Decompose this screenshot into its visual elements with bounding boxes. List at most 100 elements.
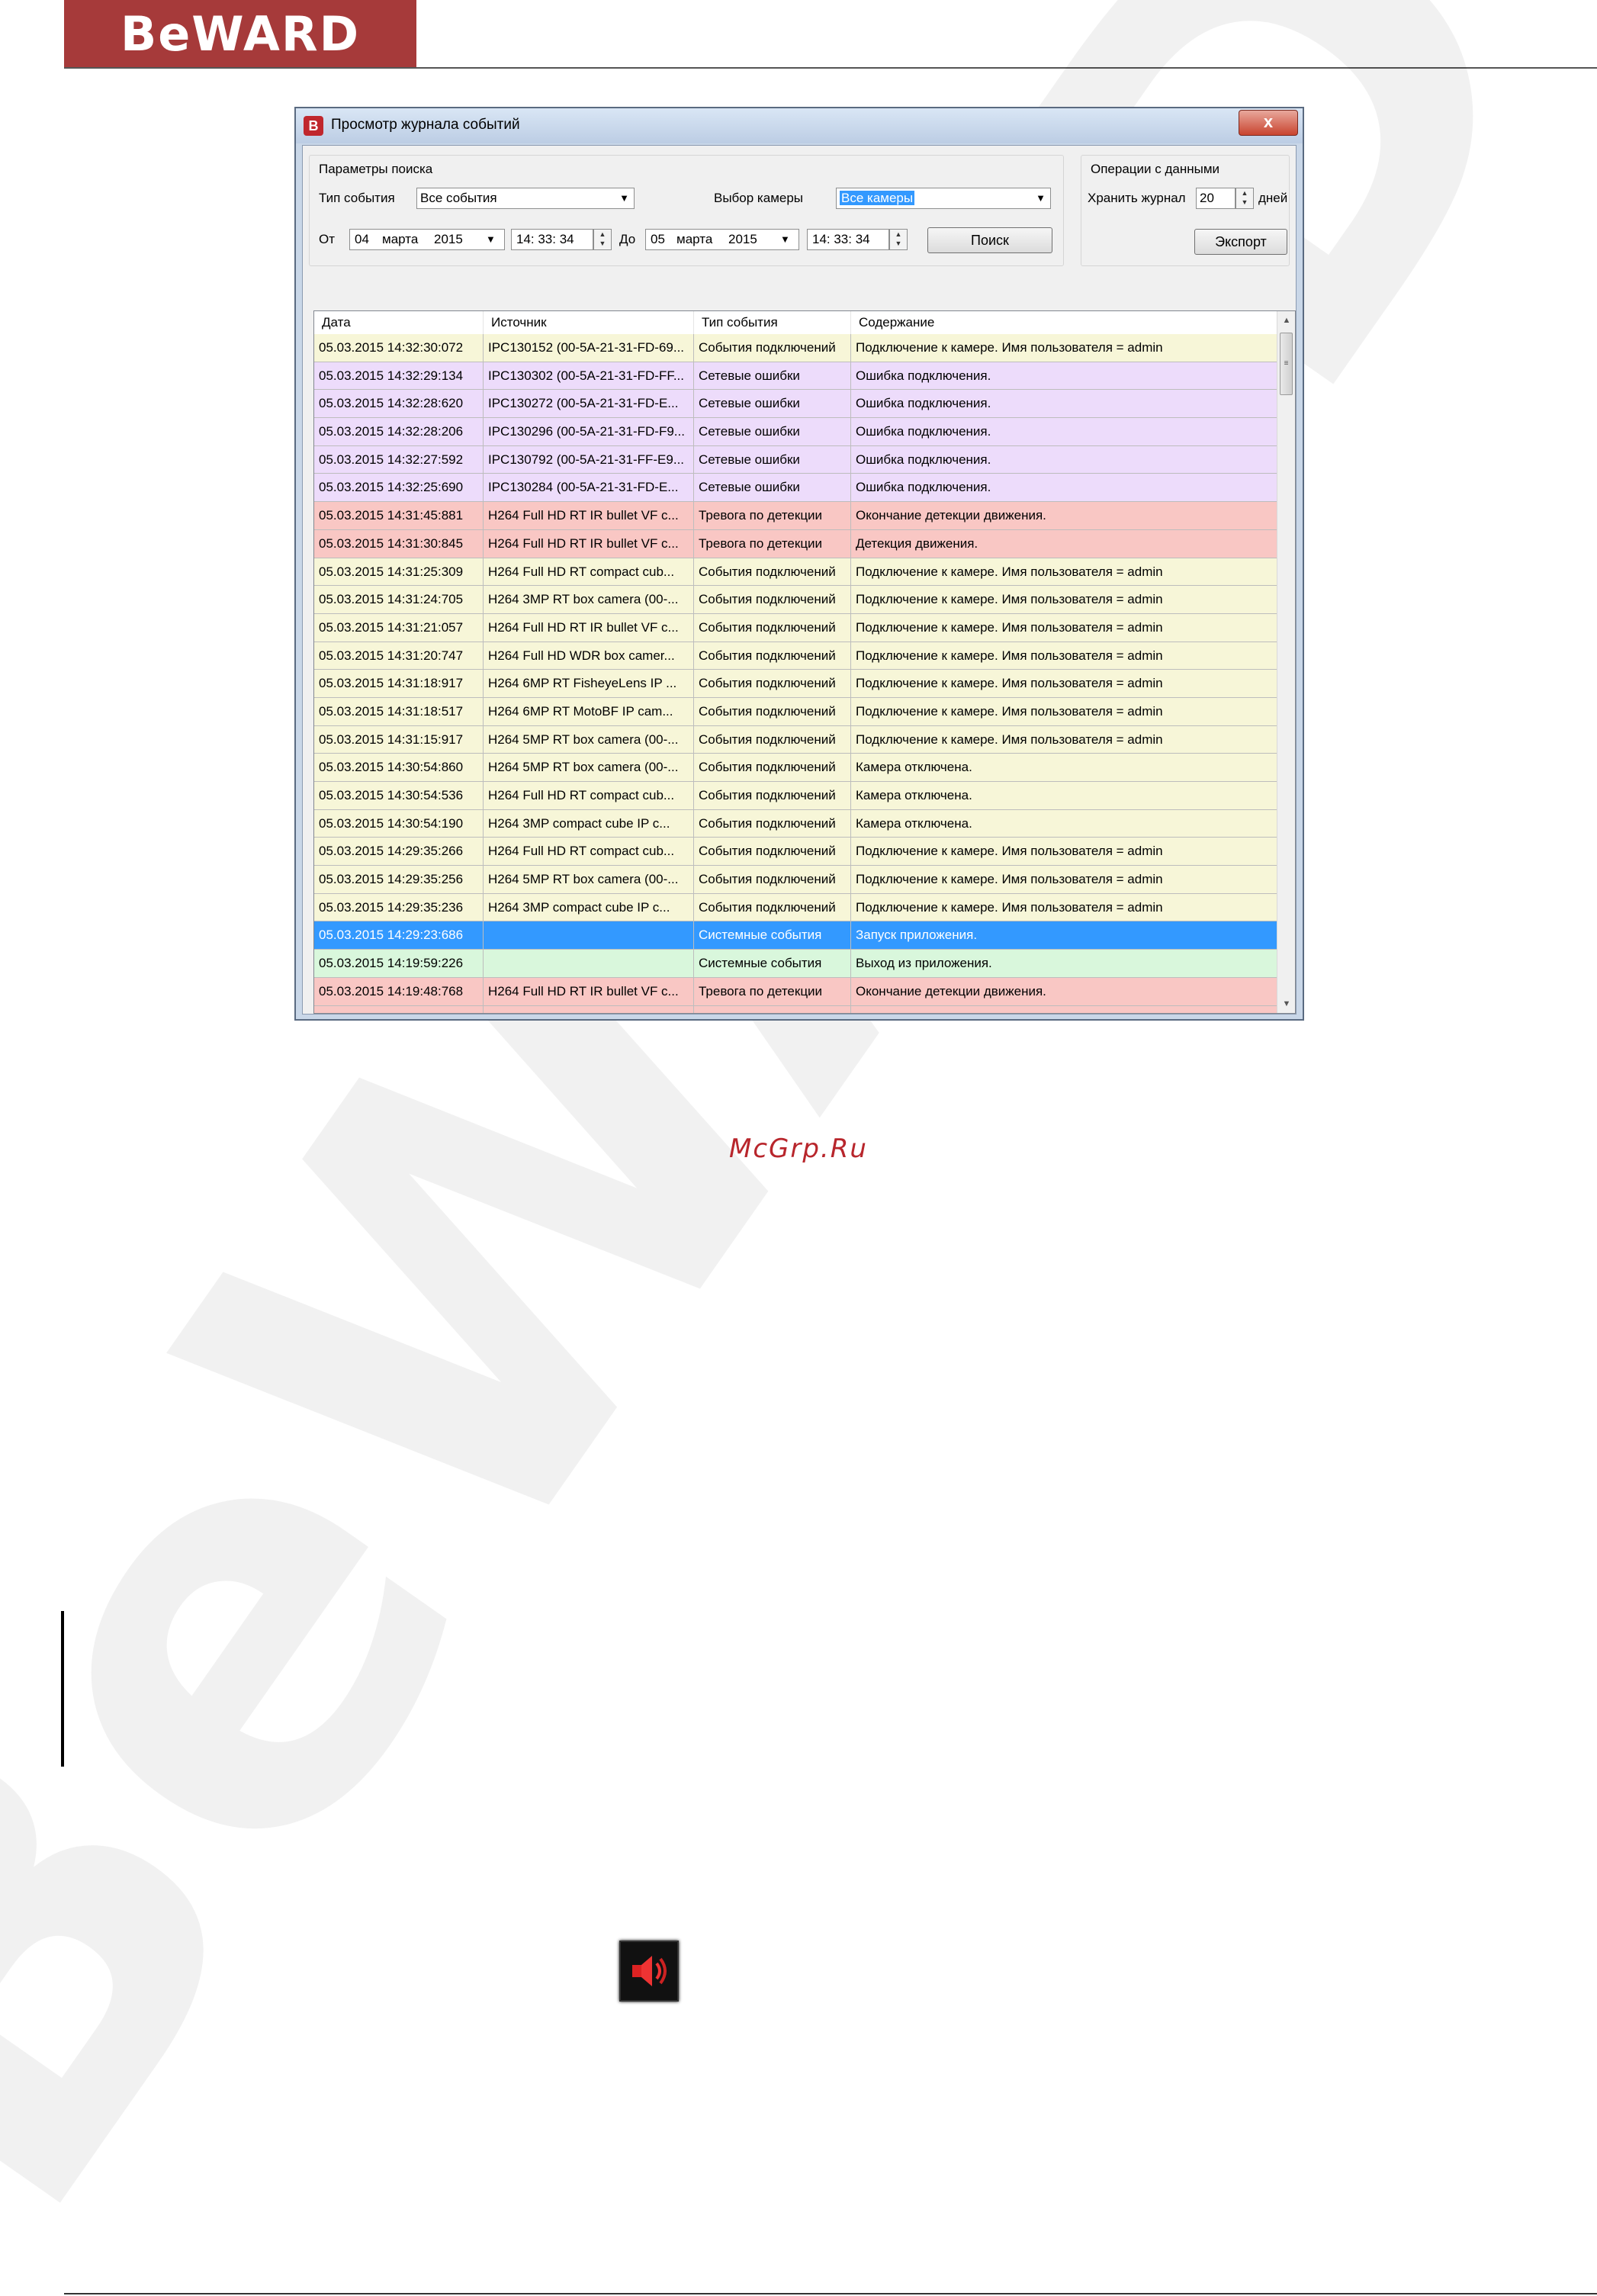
vertical-scrollbar[interactable]: ▲ ≡ ▼ — [1277, 311, 1295, 1013]
cell-event-type: Тревога по детекции — [694, 977, 851, 1005]
close-button[interactable]: x — [1239, 110, 1298, 136]
column-header-date[interactable]: Дата — [314, 311, 484, 334]
cell-date: 05.03.2015 14:31:18:917 — [314, 670, 484, 697]
cell-source: H264 Full HD RT compact cub... — [484, 558, 694, 586]
cell-content: Камера отключена. — [856, 815, 972, 831]
table-row[interactable]: 05.03.2015 14:31:18:917 H264 6MP RT Fishe… — [314, 670, 1277, 698]
scroll-thumb[interactable]: ≡ — [1280, 333, 1293, 395]
to-month: марта — [676, 232, 713, 246]
column-header-content[interactable]: Содержание — [851, 311, 1277, 334]
cell-content: Ошибка подключения. — [856, 396, 991, 411]
table-row[interactable]: 05.03.2015 14:31:45:881 H264 Full HD RT I… — [314, 502, 1277, 530]
cell-source: H264 6MP RT MotoBF IP cam... — [484, 697, 694, 725]
column-header-source[interactable]: Источник — [484, 311, 694, 334]
table-row[interactable]: 05.03.2015 14:32:28:620 IPC130272 (00-5A-… — [314, 390, 1277, 419]
table-row[interactable]: 05.03.2015 14:31:18:517 H264 6MP RT MotoB… — [314, 697, 1277, 726]
speaker-glyph — [632, 1956, 667, 1986]
event-type-label: Тип события — [319, 191, 395, 205]
from-time-field[interactable]: 14: 33: 34 — [511, 229, 593, 250]
from-label: От — [319, 232, 336, 246]
table-row[interactable]: 05.03.2015 14:29:35:266 H264 Full HD RT c… — [314, 838, 1277, 867]
camera-select[interactable]: Все камеры ▼ — [836, 188, 1051, 209]
table-row[interactable]: 05.03.2015 14:32:29:134 IPC130302 (00-5A-… — [314, 362, 1277, 391]
table-row[interactable]: 05.03.2015 14:31:15:917 H264 5MP RT box c… — [314, 725, 1277, 754]
table-row[interactable]: 05.03.2015 14:19:33:791H264 Full HD RT I… — [314, 1005, 1277, 1013]
cell-content: Подключение к камере. Имя пользователя =… — [856, 899, 1163, 915]
cell-source: H264 6MP RT FisheyeLens IP ... — [484, 670, 694, 697]
table-row[interactable]: 05.03.2015 14:31:25:309 H264 Full HD RT c… — [314, 558, 1277, 587]
cell-source: H264 Full HD RT compact cub... — [484, 782, 694, 809]
table-row[interactable]: 05.03.2015 14:31:30:845 H264 Full HD RT I… — [314, 529, 1277, 558]
table-row[interactable]: 05.03.2015 14:31:24:705 H264 3MP RT box c… — [314, 586, 1277, 614]
cell-event-type: События подключений — [694, 613, 851, 642]
cell-content: Камера отключена. — [856, 788, 972, 802]
to-date-picker[interactable]: 05 марта 2015 ▼ — [645, 229, 799, 250]
cell-content: Ошибка подключения. — [856, 368, 991, 383]
from-time-spinner[interactable]: ▲ ▼ — [593, 229, 612, 250]
from-date-picker[interactable]: 04 марта 2015 ▼ — [349, 229, 505, 250]
to-time-field[interactable]: 14: 33: 34 — [807, 229, 889, 250]
cell-event-type: События подключений — [694, 642, 851, 670]
cell-date: 05.03.2015 14:31:30:845 — [314, 529, 484, 558]
cell-content: Подключение к камере. Имя пользователя =… — [856, 340, 1163, 355]
to-time-spinner[interactable]: ▲ ▼ — [889, 229, 908, 250]
table-row[interactable]: 05.03.2015 14:32:25:690 IPC130284 (00-5A-… — [314, 474, 1277, 503]
table-row[interactable]: 05.03.2015 14:32:30:072 IPC130152 (00-5A-… — [314, 334, 1277, 362]
cell-source: H264 5MP RT box camera (00-... — [484, 754, 694, 781]
search-button[interactable]: Поиск — [927, 227, 1052, 253]
event-type-select[interactable]: Все события ▼ — [416, 188, 635, 209]
table-row[interactable]: 05.03.2015 14:29:23:686 Системные события… — [314, 921, 1277, 950]
keep-days-field[interactable]: 20 — [1196, 188, 1236, 209]
cell-date: 05.03.2015 14:31:20:747 — [314, 642, 484, 670]
cell-content: Подключение к камере. Имя пользователя =… — [856, 564, 1163, 579]
cell-content: Ошибка подключения. — [856, 452, 991, 467]
keep-days-spinner[interactable]: ▲ ▼ — [1236, 188, 1254, 209]
table-row[interactable]: 05.03.2015 14:19:59:226 Системные события… — [314, 950, 1277, 978]
cell-date: 05.03.2015 14:29:35:256 — [314, 866, 484, 893]
table-row[interactable]: 05.03.2015 14:29:35:236 H264 3MP compact … — [314, 893, 1277, 922]
cell-date: 05.03.2015 14:32:25:690 — [314, 474, 484, 502]
from-year: 2015 — [434, 232, 463, 246]
cell-date: 05.03.2015 14:19:48:768 — [314, 977, 484, 1005]
cell-event-type: События подключений — [694, 697, 851, 725]
table-row[interactable]: 05.03.2015 14:32:28:206 IPC130296 (00-5A-… — [314, 418, 1277, 446]
cell-date: 05.03.2015 14:31:25:309 — [314, 558, 484, 586]
table-row[interactable]: 05.03.2015 14:30:54:190 H264 3MP compact … — [314, 809, 1277, 838]
title-bar[interactable]: B Просмотр журнала событий x — [296, 108, 1303, 143]
cell-content: Выход из приложения. — [856, 956, 992, 971]
scroll-up-icon[interactable]: ▲ — [1277, 311, 1295, 330]
column-header-event-type[interactable]: Тип события — [694, 311, 851, 334]
to-year: 2015 — [728, 232, 757, 246]
site-caption: McGrp.Ru — [729, 1134, 868, 1164]
cell-event-type: Сетевые ошибки — [694, 474, 851, 502]
cell-content: Окончание детекции движения. — [856, 983, 1046, 998]
export-button[interactable]: Экспорт — [1194, 229, 1287, 255]
table-row[interactable]: 05.03.2015 14:31:21:057 H264 Full HD RT I… — [314, 613, 1277, 642]
table-row[interactable]: 05.03.2015 14:19:48:768 H264 Full HD RT I… — [314, 977, 1277, 1006]
cell-date: 05.03.2015 14:32:29:134 — [314, 362, 484, 390]
table-row[interactable]: 05.03.2015 14:32:27:592 IPC130792 (00-5A-… — [314, 445, 1277, 474]
cell-content: Подключение к камере. Имя пользователя =… — [856, 732, 1163, 747]
cell-date: 05.03.2015 14:32:30:072 — [314, 334, 484, 362]
cell-source: IPC130284 (00-5A-21-31-FD-E... — [484, 474, 694, 502]
cell-date: 05.03.2015 14:29:23:686 — [314, 921, 484, 950]
days-label: дней — [1258, 191, 1288, 205]
cell-date: 05.03.2015 14:31:24:705 — [314, 586, 484, 613]
to-day: 05 — [651, 232, 665, 246]
cell-event-type: Сетевые ошибки — [694, 362, 851, 390]
table-row[interactable]: 05.03.2015 14:29:35:256 H264 5MP RT box c… — [314, 866, 1277, 894]
table-row[interactable]: 05.03.2015 14:31:20:747 H264 Full HD WDR … — [314, 642, 1277, 670]
cell-content: Подключение к камере. Имя пользователя =… — [856, 676, 1163, 691]
chevron-down-icon: ▼ — [486, 233, 496, 245]
cell-content: Подключение к камере. Имя пользователя =… — [856, 648, 1163, 663]
to-label: До — [619, 232, 636, 246]
to-time: 14: 33: 34 — [812, 232, 870, 246]
cell-source: IPC130152 (00-5A-21-31-FD-69... — [484, 334, 694, 362]
scroll-down-icon[interactable]: ▼ — [1277, 995, 1295, 1013]
keep-log-label: Хранить журнал — [1088, 191, 1186, 205]
cell-date: 05.03.2015 14:32:27:592 — [314, 445, 484, 474]
table-row[interactable]: 05.03.2015 14:30:54:860 H264 5MP RT box c… — [314, 754, 1277, 782]
table-row[interactable]: 05.03.2015 14:30:54:536 H264 Full HD RT c… — [314, 782, 1277, 810]
cell-date: 05.03.2015 14:32:28:620 — [314, 390, 484, 418]
logo-text: BeWARD — [120, 5, 361, 62]
